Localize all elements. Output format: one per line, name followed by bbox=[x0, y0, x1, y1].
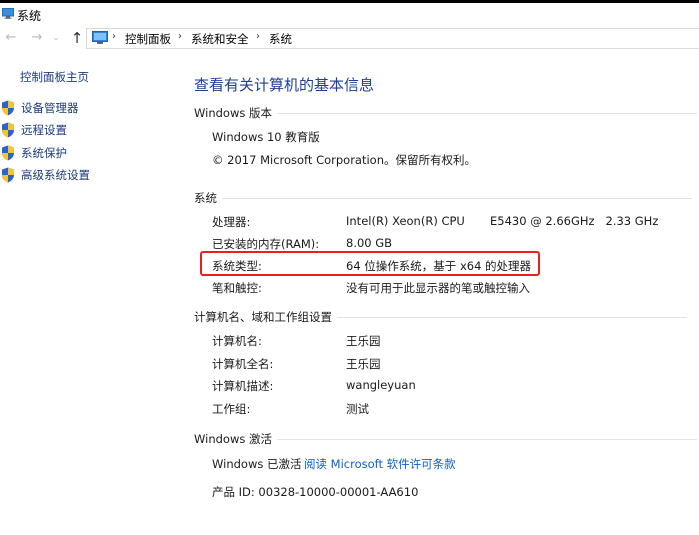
computer-name-value: 王乐园 bbox=[346, 334, 381, 348]
section-windows-activation: Windows 激活 bbox=[194, 431, 697, 447]
shield-icon bbox=[2, 167, 14, 183]
workgroup-label: 工作组: bbox=[212, 402, 251, 416]
window-title: 系统 bbox=[17, 9, 42, 23]
processor-value: Intel(R) Xeon(R) CPU bbox=[346, 214, 465, 228]
processor-label: 处理器: bbox=[212, 215, 251, 229]
section-computer-name: 计算机名、域和工作组设置 bbox=[194, 309, 687, 325]
breadcrumb-system[interactable]: 系统 bbox=[269, 31, 292, 47]
sidebar-item-system-protection[interactable]: 系统保护 bbox=[0, 143, 180, 163]
control-panel-icon bbox=[92, 31, 108, 44]
full-computer-name-label: 计算机全名: bbox=[212, 357, 274, 371]
sidebar-control-panel-home-link[interactable]: 控制面板主页 bbox=[20, 69, 89, 85]
title-bar[interactable]: 系统 bbox=[0, 3, 699, 25]
sidebar-item-label: 高级系统设置 bbox=[21, 168, 90, 182]
up-arrow-icon[interactable]: ↑ bbox=[68, 28, 86, 48]
pen-touch-label: 笔和触控: bbox=[212, 281, 262, 295]
sidebar-item-label: 设备管理器 bbox=[21, 101, 79, 115]
section-divider bbox=[337, 316, 687, 318]
breadcrumb-separator[interactable]: › bbox=[178, 31, 182, 42]
recent-locations-chevron-icon[interactable]: ⌄ bbox=[50, 28, 62, 48]
ram-label: 已安装的内存(RAM): bbox=[212, 237, 320, 251]
address-bar[interactable]: › 控制面板 › 系统和安全 › 系统 bbox=[86, 28, 699, 49]
monitor-icon bbox=[2, 8, 14, 19]
breadcrumb-separator[interactable]: › bbox=[112, 31, 116, 42]
computer-description-label: 计算机描述: bbox=[212, 379, 274, 393]
back-arrow-icon[interactable]: ← bbox=[2, 28, 20, 48]
section-divider bbox=[277, 112, 697, 114]
workgroup-value: 测试 bbox=[346, 402, 369, 416]
windows-edition-name: Windows 10 教育版 bbox=[212, 130, 320, 144]
section-divider bbox=[222, 197, 692, 199]
section-windows-edition: Windows 版本 bbox=[194, 105, 697, 121]
sidebar-item-advanced-system-settings[interactable]: 高级系统设置 bbox=[0, 165, 180, 185]
ram-value: 8.00 GB bbox=[346, 236, 393, 250]
section-divider bbox=[277, 438, 697, 440]
processor-model: E5430 @ 2.66GHz 2.33 GHz bbox=[490, 214, 659, 228]
activation-status: Windows 已激活 bbox=[212, 457, 302, 471]
section-heading: Windows 版本 bbox=[194, 106, 272, 120]
pen-touch-value: 没有可用于此显示器的笔或触控输入 bbox=[346, 281, 530, 295]
breadcrumb-system-security[interactable]: 系统和安全 bbox=[191, 31, 249, 47]
navigation-bar: ← → ⌄ ↑ › 控制面板 › 系统和安全 › 系统 bbox=[0, 25, 699, 52]
section-heading: 系统 bbox=[194, 191, 217, 205]
product-id: 产品 ID: 00328-10000-00001-AA610 bbox=[212, 485, 419, 499]
breadcrumb-separator[interactable]: › bbox=[256, 31, 260, 42]
copyright-text: © 2017 Microsoft Corporation。保留所有权利。 bbox=[212, 153, 476, 167]
computer-description-value: wangleyuan bbox=[346, 378, 416, 392]
sidebar-item-label: 远程设置 bbox=[21, 123, 67, 137]
license-terms-link[interactable]: 阅读 Microsoft 软件许可条款 bbox=[304, 456, 456, 472]
section-system: 系统 bbox=[194, 190, 692, 206]
full-computer-name-value: 王乐园 bbox=[346, 357, 381, 371]
shield-icon bbox=[2, 145, 14, 161]
page-title: 查看有关计算机的基本信息 bbox=[194, 76, 375, 94]
forward-arrow-icon[interactable]: → bbox=[28, 28, 46, 48]
sidebar-item-device-manager[interactable]: 设备管理器 bbox=[0, 98, 180, 118]
breadcrumb-control-panel[interactable]: 控制面板 bbox=[125, 31, 171, 47]
shield-icon bbox=[2, 122, 14, 138]
shield-icon bbox=[2, 100, 14, 116]
sidebar-item-remote-settings[interactable]: 远程设置 bbox=[0, 120, 180, 140]
sidebar-item-label: 系统保护 bbox=[21, 146, 67, 160]
highlight-box bbox=[200, 251, 540, 276]
computer-name-label: 计算机名: bbox=[212, 334, 262, 348]
section-heading: 计算机名、域和工作组设置 bbox=[194, 310, 332, 324]
section-heading: Windows 激活 bbox=[194, 432, 272, 446]
